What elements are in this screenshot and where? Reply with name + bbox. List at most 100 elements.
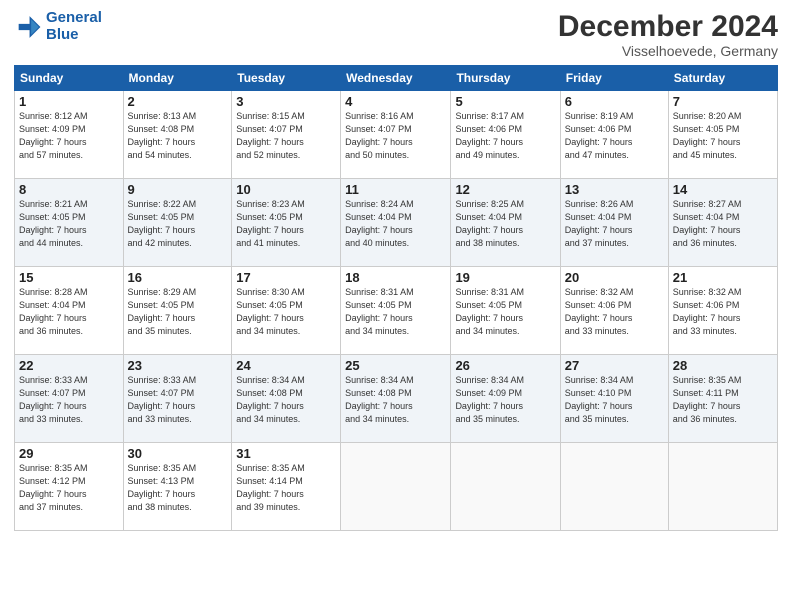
day-info: Sunrise: 8:32 AM Sunset: 4:06 PM Dayligh…	[565, 286, 664, 338]
day-info: Sunrise: 8:35 AM Sunset: 4:12 PM Dayligh…	[19, 462, 119, 514]
logo-line1: General	[46, 9, 102, 26]
calendar-table: Sunday Monday Tuesday Wednesday Thursday…	[14, 65, 778, 531]
day-number: 8	[19, 182, 119, 197]
table-row: 14Sunrise: 8:27 AM Sunset: 4:04 PM Dayli…	[668, 179, 777, 267]
table-row: 21Sunrise: 8:32 AM Sunset: 4:06 PM Dayli…	[668, 267, 777, 355]
day-info: Sunrise: 8:15 AM Sunset: 4:07 PM Dayligh…	[236, 110, 336, 162]
day-info: Sunrise: 8:31 AM Sunset: 4:05 PM Dayligh…	[455, 286, 555, 338]
day-info: Sunrise: 8:35 AM Sunset: 4:11 PM Dayligh…	[673, 374, 773, 426]
calendar-header-row: Sunday Monday Tuesday Wednesday Thursday…	[15, 66, 778, 91]
table-row: 12Sunrise: 8:25 AM Sunset: 4:04 PM Dayli…	[451, 179, 560, 267]
table-row: 31Sunrise: 8:35 AM Sunset: 4:14 PM Dayli…	[232, 443, 341, 531]
day-number: 14	[673, 182, 773, 197]
day-number: 6	[565, 94, 664, 109]
day-info: Sunrise: 8:21 AM Sunset: 4:05 PM Dayligh…	[19, 198, 119, 250]
col-thursday: Thursday	[451, 66, 560, 91]
day-info: Sunrise: 8:26 AM Sunset: 4:04 PM Dayligh…	[565, 198, 664, 250]
logo-text: General Blue	[46, 10, 102, 43]
calendar-week-row: 15Sunrise: 8:28 AM Sunset: 4:04 PM Dayli…	[15, 267, 778, 355]
calendar-week-row: 22 Sunrise: 8:33 AM Sunset: 4:07 PM Dayli…	[15, 355, 778, 443]
col-friday: Friday	[560, 66, 668, 91]
calendar-week-row: 8Sunrise: 8:21 AM Sunset: 4:05 PM Daylig…	[15, 179, 778, 267]
day-info: Sunrise: 8:35 AM Sunset: 4:13 PM Dayligh…	[128, 462, 228, 514]
table-row: 28Sunrise: 8:35 AM Sunset: 4:11 PM Dayli…	[668, 355, 777, 443]
day-number: 9	[128, 182, 228, 197]
table-row: 23Sunrise: 8:33 AM Sunset: 4:07 PM Dayli…	[123, 355, 232, 443]
table-row: 5Sunrise: 8:17 AM Sunset: 4:06 PM Daylig…	[451, 91, 560, 179]
day-number: 11	[345, 182, 446, 197]
logo-icon	[14, 13, 42, 41]
table-row: 30Sunrise: 8:35 AM Sunset: 4:13 PM Dayli…	[123, 443, 232, 531]
col-saturday: Saturday	[668, 66, 777, 91]
table-row: 8Sunrise: 8:21 AM Sunset: 4:05 PM Daylig…	[15, 179, 124, 267]
day-info: Sunrise: 8:24 AM Sunset: 4:04 PM Dayligh…	[345, 198, 446, 250]
day-number: 12	[455, 182, 555, 197]
day-number: 31	[236, 446, 336, 461]
day-number: 24	[236, 358, 336, 373]
col-tuesday: Tuesday	[232, 66, 341, 91]
day-info: Sunrise: 8:19 AM Sunset: 4:06 PM Dayligh…	[565, 110, 664, 162]
day-number: 26	[455, 358, 555, 373]
day-info: Sunrise: 8:31 AM Sunset: 4:05 PM Dayligh…	[345, 286, 446, 338]
table-row: 18Sunrise: 8:31 AM Sunset: 4:05 PM Dayli…	[341, 267, 451, 355]
table-row: 25Sunrise: 8:34 AM Sunset: 4:08 PM Dayli…	[341, 355, 451, 443]
day-number: 4	[345, 94, 446, 109]
col-wednesday: Wednesday	[341, 66, 451, 91]
day-number: 18	[345, 270, 446, 285]
table-row: 22Sunrise: 8:33 AM Sunset: 4:07 PM Dayli…	[15, 355, 124, 443]
table-row: 7Sunrise: 8:20 AM Sunset: 4:05 PM Daylig…	[668, 91, 777, 179]
table-row: 26Sunrise: 8:34 AM Sunset: 4:09 PM Dayli…	[451, 355, 560, 443]
header: General Blue December 2024 Visselhoevede…	[14, 10, 778, 59]
day-info: Sunrise: 8:30 AM Sunset: 4:05 PM Dayligh…	[236, 286, 336, 338]
day-info: Sunrise: 8:13 AM Sunset: 4:08 PM Dayligh…	[128, 110, 228, 162]
day-number: 13	[565, 182, 664, 197]
day-info: Sunrise: 8:28 AM Sunset: 4:04 PM Dayligh…	[19, 286, 119, 338]
table-row: 9Sunrise: 8:22 AM Sunset: 4:05 PM Daylig…	[123, 179, 232, 267]
day-number: 10	[236, 182, 336, 197]
day-number: 15	[19, 270, 119, 285]
day-info: Sunrise: 8:23 AM Sunset: 4:05 PM Dayligh…	[236, 198, 336, 250]
logo: General Blue	[14, 10, 102, 43]
day-number: 29	[19, 446, 119, 461]
day-number: 28	[673, 358, 773, 373]
day-info: Sunrise: 8:27 AM Sunset: 4:04 PM Dayligh…	[673, 198, 773, 250]
day-info: Sunrise: 8:33 AM Sunset: 4:07 PM Dayligh…	[128, 374, 228, 426]
day-number: 25	[345, 358, 446, 373]
day-info: Sunrise: 8:25 AM Sunset: 4:04 PM Dayligh…	[455, 198, 555, 250]
day-info: Sunrise: 8:16 AM Sunset: 4:07 PM Dayligh…	[345, 110, 446, 162]
table-row: 29Sunrise: 8:35 AM Sunset: 4:12 PM Dayli…	[15, 443, 124, 531]
day-info: Sunrise: 8:22 AM Sunset: 4:05 PM Dayligh…	[128, 198, 228, 250]
day-number: 17	[236, 270, 336, 285]
table-row: 1Sunrise: 8:12 AM Sunset: 4:09 PM Daylig…	[15, 91, 124, 179]
page-container: General Blue December 2024 Visselhoevede…	[0, 0, 792, 612]
subtitle: Visselhoevede, Germany	[558, 43, 778, 59]
table-row: 10Sunrise: 8:23 AM Sunset: 4:05 PM Dayli…	[232, 179, 341, 267]
day-number: 23	[128, 358, 228, 373]
day-info: Sunrise: 8:12 AM Sunset: 4:09 PM Dayligh…	[19, 110, 119, 162]
table-row: 19Sunrise: 8:31 AM Sunset: 4:05 PM Dayli…	[451, 267, 560, 355]
day-number: 1	[19, 94, 119, 109]
calendar-week-row: 29Sunrise: 8:35 AM Sunset: 4:12 PM Dayli…	[15, 443, 778, 531]
title-block: December 2024 Visselhoevede, Germany	[558, 10, 778, 59]
table-row: 20Sunrise: 8:32 AM Sunset: 4:06 PM Dayli…	[560, 267, 668, 355]
table-row: 11Sunrise: 8:24 AM Sunset: 4:04 PM Dayli…	[341, 179, 451, 267]
table-row: 3Sunrise: 8:15 AM Sunset: 4:07 PM Daylig…	[232, 91, 341, 179]
day-info: Sunrise: 8:17 AM Sunset: 4:06 PM Dayligh…	[455, 110, 555, 162]
day-number: 22	[19, 358, 119, 373]
table-row: 24Sunrise: 8:34 AM Sunset: 4:08 PM Dayli…	[232, 355, 341, 443]
calendar-week-row: 1Sunrise: 8:12 AM Sunset: 4:09 PM Daylig…	[15, 91, 778, 179]
col-sunday: Sunday	[15, 66, 124, 91]
day-number: 2	[128, 94, 228, 109]
day-info: Sunrise: 8:35 AM Sunset: 4:14 PM Dayligh…	[236, 462, 336, 514]
day-number: 19	[455, 270, 555, 285]
day-info: Sunrise: 8:20 AM Sunset: 4:05 PM Dayligh…	[673, 110, 773, 162]
day-info: Sunrise: 8:34 AM Sunset: 4:10 PM Dayligh…	[565, 374, 664, 426]
table-row: 27Sunrise: 8:34 AM Sunset: 4:10 PM Dayli…	[560, 355, 668, 443]
table-row: 16Sunrise: 8:29 AM Sunset: 4:05 PM Dayli…	[123, 267, 232, 355]
day-info: Sunrise: 8:34 AM Sunset: 4:08 PM Dayligh…	[345, 374, 446, 426]
table-row: 2Sunrise: 8:13 AM Sunset: 4:08 PM Daylig…	[123, 91, 232, 179]
table-row: 6Sunrise: 8:19 AM Sunset: 4:06 PM Daylig…	[560, 91, 668, 179]
table-row: 17Sunrise: 8:30 AM Sunset: 4:05 PM Dayli…	[232, 267, 341, 355]
day-number: 27	[565, 358, 664, 373]
day-info: Sunrise: 8:34 AM Sunset: 4:09 PM Dayligh…	[455, 374, 555, 426]
